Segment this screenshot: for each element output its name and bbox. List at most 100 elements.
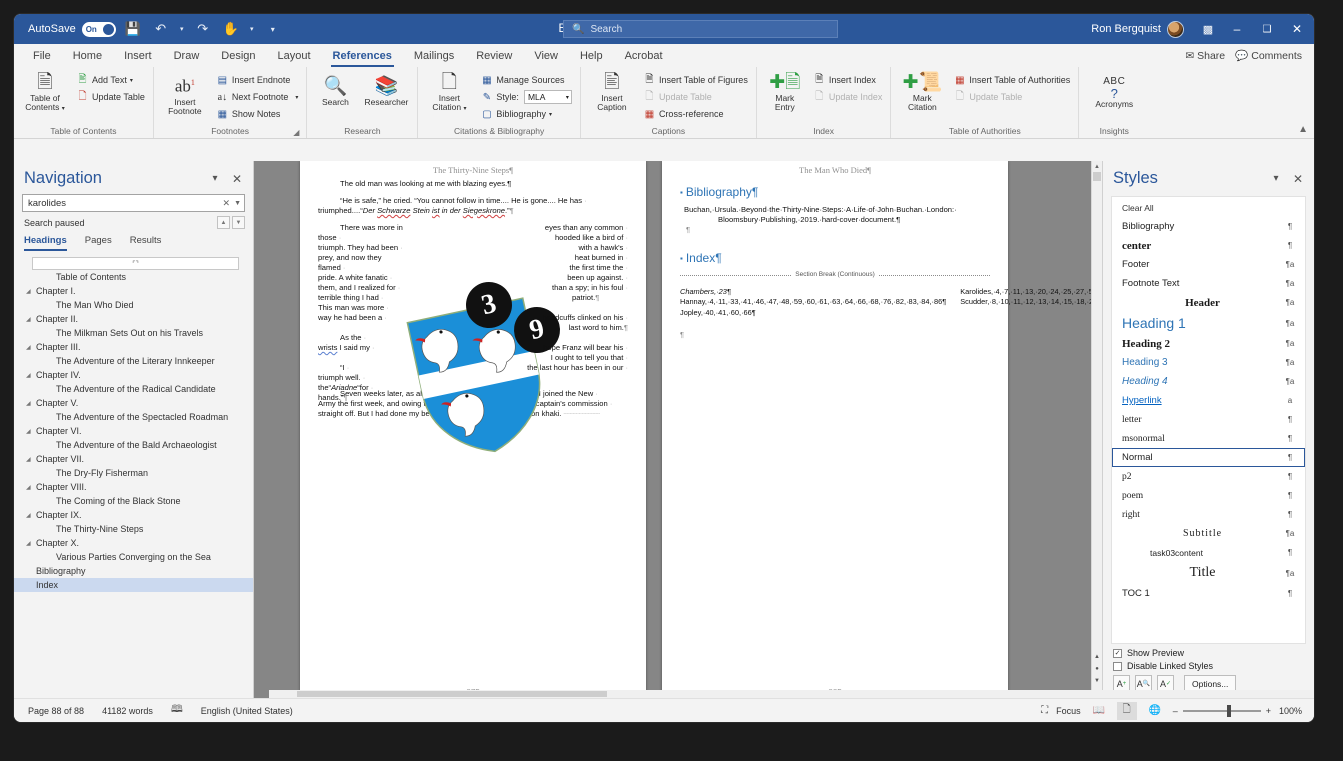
expand-triangle-icon[interactable]: ◢ xyxy=(26,540,36,547)
tab-draw[interactable]: Draw xyxy=(163,44,211,67)
insert-table-of-authorities-button[interactable]: ▦ Insert Table of Authorities xyxy=(950,72,1073,88)
language-indicator[interactable]: English (United States) xyxy=(201,706,293,716)
proofing-errors-icon[interactable]: 🕮 xyxy=(171,702,183,719)
navitem-chapter-ii[interactable]: ◢Chapter II. xyxy=(14,312,253,326)
navitem-table-of-contents[interactable]: Table of Contents xyxy=(14,270,253,284)
zoom-slider[interactable]: – + xyxy=(1173,706,1271,716)
acronyms-button[interactable]: ABC ? Acronyms xyxy=(1084,74,1144,109)
navitem-chapter-iii[interactable]: ◢Chapter III. xyxy=(14,340,253,354)
close-button[interactable]: ✕ xyxy=(1282,14,1312,44)
navitem-dry-fly-fisherman[interactable]: The Dry-Fly Fisherman xyxy=(14,466,253,480)
style-item-footer[interactable]: Footer¶a xyxy=(1112,255,1305,274)
insert-caption-button[interactable]: 🖹 Insert Caption xyxy=(586,70,638,113)
undo-dropdown-icon[interactable]: ▾ xyxy=(178,18,186,40)
navitem-spectacled-roadman[interactable]: The Adventure of the Spectacled Roadman xyxy=(14,410,253,424)
pane-options-icon[interactable]: ▾ xyxy=(207,173,223,184)
print-layout-icon[interactable]: 🗋 xyxy=(1117,702,1137,720)
page-88-body[interactable]: ▪Bibliography¶ Buchan,·Ursula.·Beyond·th… xyxy=(662,175,1008,341)
navitem-chapter-ix[interactable]: ◢Chapter IX. xyxy=(14,508,253,522)
tab-home[interactable]: Home xyxy=(62,44,113,67)
search-research-button[interactable]: 🔍 Search xyxy=(312,74,358,107)
expand-triangle-icon[interactable]: ◢ xyxy=(26,428,36,435)
zoom-out-button[interactable]: – xyxy=(1173,706,1178,716)
insert-table-of-figures-button[interactable]: 🗎 Insert Table of Figures xyxy=(640,72,751,88)
tab-references[interactable]: References xyxy=(322,44,403,67)
undo-icon[interactable]: ↶ xyxy=(150,18,172,40)
toc-thumbnail[interactable]: ⌜⌝ xyxy=(32,257,239,270)
bibliography-button[interactable]: ▢ Bibliography ▾ xyxy=(477,106,575,122)
tab-insert[interactable]: Insert xyxy=(113,44,163,67)
navitem-milkman-sets-out[interactable]: The Milkman Sets Out on his Travels xyxy=(14,326,253,340)
style-item-heading-3[interactable]: Heading 3¶a xyxy=(1112,353,1305,372)
document-vertical-scrollbar[interactable]: ▲ ▲ ● ▼ ▼ xyxy=(1091,161,1102,698)
next-footnote-button[interactable]: a↓ Next Footnote ▾ xyxy=(213,89,302,105)
expand-triangle-icon[interactable]: ◢ xyxy=(26,288,36,295)
style-item-task03content[interactable]: task03content¶ xyxy=(1112,543,1305,562)
style-item-p2[interactable]: p2¶ xyxy=(1112,467,1305,486)
scroll-up-arrow-icon[interactable]: ▲ xyxy=(1092,161,1102,172)
manage-sources-button[interactable]: ▦ Manage Sources xyxy=(477,72,575,88)
tab-file[interactable]: File xyxy=(22,44,62,67)
select-browse-object-button[interactable]: ● xyxy=(1093,663,1101,674)
ribbon-display-options-icon[interactable]: ▩ xyxy=(1194,14,1222,44)
disable-linked-styles-checkbox[interactable] xyxy=(1113,662,1122,671)
navitem-radical-candidate[interactable]: The Adventure of the Radical Candidate xyxy=(14,382,253,396)
expand-triangle-icon[interactable]: ◢ xyxy=(26,344,36,351)
style-item-msonormal[interactable]: msonormal¶ xyxy=(1112,429,1305,448)
word-count[interactable]: 41182 words xyxy=(102,706,153,716)
tab-view[interactable]: View xyxy=(523,44,569,67)
table-of-contents-button[interactable]: 🗎 Table of Contents ▾ xyxy=(19,70,71,113)
tab-headings[interactable]: Headings xyxy=(24,235,67,251)
style-item-hyperlink[interactable]: Hyperlinka xyxy=(1112,391,1305,410)
disable-linked-styles-row[interactable]: Disable Linked Styles xyxy=(1113,661,1304,671)
style-item-footnote-text[interactable]: Footnote Text¶a xyxy=(1112,274,1305,293)
style-item-subtitle[interactable]: Subtitle¶a xyxy=(1112,524,1305,543)
previous-page-button[interactable]: ▲ xyxy=(1093,651,1101,662)
style-item-header[interactable]: Header¶a xyxy=(1112,293,1305,312)
insert-index-button[interactable]: 🗎 Insert Index xyxy=(810,72,886,88)
navitem-chapter-vii[interactable]: ◢Chapter VII. xyxy=(14,452,253,466)
navitem-literary-innkeeper[interactable]: The Adventure of the Literary Innkeeper xyxy=(14,354,253,368)
navitem-coming-black-stone[interactable]: The Coming of the Black Stone xyxy=(14,494,253,508)
navitem-chapter-vi[interactable]: ◢Chapter VI. xyxy=(14,424,253,438)
zoom-in-button[interactable]: + xyxy=(1266,706,1271,716)
style-item-title[interactable]: Title¶a xyxy=(1112,562,1305,584)
collapse-ribbon-icon[interactable]: ▲ xyxy=(1298,124,1308,135)
clear-all-button[interactable]: Clear All xyxy=(1112,199,1305,217)
footnotes-dialog-launcher-icon[interactable]: ◢ xyxy=(293,126,299,139)
cross-reference-button[interactable]: ▦ Cross-reference xyxy=(640,106,751,122)
insert-citation-button[interactable]: 🗋 Insert Citation ▾ xyxy=(423,70,475,113)
citation-style-control[interactable]: ✎ Style: MLA ▾ xyxy=(477,89,575,105)
tab-mailings[interactable]: Mailings xyxy=(403,44,465,67)
zoom-track[interactable] xyxy=(1183,710,1261,712)
user-name[interactable]: Ron Bergquist xyxy=(1091,23,1161,35)
tab-help[interactable]: Help xyxy=(569,44,614,67)
tab-review[interactable]: Review xyxy=(465,44,523,67)
expand-triangle-icon[interactable]: ◢ xyxy=(26,400,36,407)
navitem-chapter-x[interactable]: ◢Chapter X. xyxy=(14,536,253,550)
navigation-heading-list[interactable]: ⌜⌝ Table of Contents ◢Chapter I. The Man… xyxy=(14,251,253,698)
previous-result-icon[interactable]: ▲ xyxy=(217,216,230,229)
navitem-chapter-iv[interactable]: ◢Chapter IV. xyxy=(14,368,253,382)
tab-layout[interactable]: Layout xyxy=(267,44,322,67)
mark-entry-button[interactable]: ✚🗎 Mark Entry xyxy=(762,70,808,113)
style-item-center[interactable]: center¶ xyxy=(1112,236,1305,255)
tab-acrobat[interactable]: Acrobat xyxy=(614,44,674,67)
expand-triangle-icon[interactable]: ◢ xyxy=(26,372,36,379)
show-preview-row[interactable]: ✓ Show Preview xyxy=(1113,648,1304,658)
restore-button[interactable]: ❑ xyxy=(1252,14,1282,44)
zoom-level[interactable]: 100% xyxy=(1279,706,1302,716)
zoom-thumb[interactable] xyxy=(1227,705,1231,717)
insert-footnote-button[interactable]: ab1 Insert Footnote xyxy=(159,70,211,116)
navitem-various-parties[interactable]: Various Parties Converging on the Sea xyxy=(14,550,253,564)
update-table-toc-button[interactable]: 🗋 Update Table xyxy=(73,89,148,105)
next-result-icon[interactable]: ▼ xyxy=(232,216,245,229)
document-canvas[interactable]: The Thirty-Nine Steps¶ The old man was l… xyxy=(254,161,1102,698)
tab-pages[interactable]: Pages xyxy=(85,235,112,251)
navitem-chapter-i[interactable]: ◢Chapter I. xyxy=(14,284,253,298)
close-icon[interactable]: ✕ xyxy=(229,172,245,186)
navitem-the-man-who-died[interactable]: The Man Who Died xyxy=(14,298,253,312)
expand-triangle-icon[interactable]: ◢ xyxy=(26,456,36,463)
styles-list[interactable]: Clear All Bibliography¶ center¶ Footer¶a… xyxy=(1111,196,1306,644)
search-input[interactable]: karolides ✕ ▼ xyxy=(22,194,245,212)
